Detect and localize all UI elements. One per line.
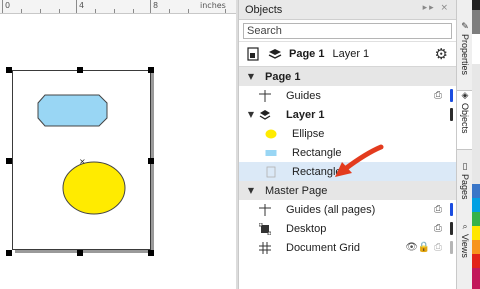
- color-palette: [472, 0, 480, 289]
- palette-swatch[interactable]: [472, 226, 480, 240]
- tab-properties-label: Properties: [460, 34, 470, 76]
- palette-swatch[interactable]: [472, 254, 480, 268]
- print-icon[interactable]: ⎙: [434, 204, 442, 215]
- print-icon[interactable]: ⎙: [434, 90, 442, 101]
- print-icon[interactable]: ⎙: [434, 242, 442, 253]
- selection-handle-middle-left[interactable]: [6, 158, 12, 164]
- tree-label-page-1: Page 1: [265, 70, 301, 83]
- current-page-label[interactable]: Page 1: [289, 48, 324, 60]
- palette-swatch[interactable]: [472, 34, 480, 64]
- tree-row-desktop[interactable]: Desktop ⎙: [239, 219, 456, 238]
- tree-row-document-grid[interactable]: Document Grid 👁 🔒 ⎙: [239, 238, 456, 257]
- tab-pages[interactable]: ▯ Pages: [457, 162, 473, 212]
- palette-swatch[interactable]: [472, 212, 480, 226]
- selection-handle-top-right[interactable]: [148, 67, 154, 73]
- palette-swatch[interactable]: [472, 240, 480, 254]
- tree-row-layer-1[interactable]: ▼ Layer 1: [239, 105, 456, 124]
- tree-row-guides[interactable]: Guides ⎙: [239, 86, 456, 105]
- desktop-icon: [258, 222, 272, 236]
- canvas-shapes: ×: [37, 94, 126, 215]
- objects-toolbar: Page 1 Layer 1 ⚙: [239, 42, 456, 67]
- tab-objects[interactable]: ◈ Objects: [457, 90, 473, 150]
- collapse-chevron-icon[interactable]: ▼: [246, 72, 256, 81]
- search-row: [239, 20, 456, 42]
- tab-pages-label: Pages: [460, 174, 470, 200]
- tree-label-desktop: Desktop: [286, 222, 327, 235]
- objects-icon: ◈: [461, 91, 469, 101]
- tree-row-master-page[interactable]: ▼ Master Page: [239, 181, 456, 200]
- canvas-ellipse-shape[interactable]: [62, 161, 126, 215]
- visibility-eye-icon[interactable]: 👁: [405, 242, 418, 253]
- properties-icon: ✎: [461, 22, 469, 32]
- layer-color-bar: [450, 241, 453, 254]
- selection-handle-bottom-right[interactable]: [148, 250, 154, 256]
- tab-objects-label: Objects: [460, 103, 470, 134]
- empty-rectangle-icon: [265, 166, 277, 178]
- palette-swatch[interactable]: [472, 0, 480, 10]
- palette-swatch[interactable]: [472, 268, 480, 289]
- tab-views[interactable]: ⌕ Views: [457, 222, 473, 272]
- tab-views-label: Views: [460, 234, 470, 258]
- tab-properties[interactable]: ✎ Properties: [457, 22, 473, 84]
- collapse-chevron-icon[interactable]: ▼: [246, 110, 256, 119]
- grid-icon: [258, 241, 272, 255]
- tree-label-ellipse: Ellipse: [292, 127, 325, 140]
- tree-label-layer-1: Layer 1: [286, 108, 325, 121]
- layer-color-bar: [450, 89, 453, 102]
- canvas-rectangle-shape[interactable]: [37, 94, 108, 127]
- selection-handle-bottom-middle[interactable]: [77, 250, 83, 256]
- selection-handle-bottom-left[interactable]: [6, 250, 12, 256]
- annotation-arrow-icon: [335, 144, 384, 177]
- lock-icon[interactable]: 🔒: [418, 242, 430, 253]
- panel-collapse-icon[interactable]: ▸▸ ×: [423, 3, 450, 13]
- views-icon: ⌕: [462, 222, 468, 232]
- search-input[interactable]: [243, 23, 452, 39]
- selection-handle-top-middle[interactable]: [77, 67, 83, 73]
- layers-icon[interactable]: [267, 46, 283, 62]
- palette-swatch[interactable]: [472, 184, 480, 198]
- collapse-chevron-icon[interactable]: ▼: [246, 186, 256, 195]
- layer-color-bar: [450, 203, 453, 216]
- drawing-canvas[interactable]: 0 4 8 inches ×: [0, 0, 236, 289]
- palette-swatch[interactable]: [472, 64, 480, 184]
- palette-swatch[interactable]: [472, 10, 480, 34]
- ellipse-center-marker-icon: ×: [79, 157, 86, 166]
- tree-row-guides-all-pages[interactable]: Guides (all pages) ⎙: [239, 200, 456, 219]
- tree-label-document-grid: Document Grid: [286, 241, 360, 254]
- tree-label-guides-all-pages: Guides (all pages): [286, 203, 376, 216]
- panel-title: Objects: [245, 3, 283, 16]
- objects-panel: Objects ▸▸ × Page 1 Layer 1 ⚙ ▼ Page 1 G…: [238, 0, 456, 289]
- current-layer-label[interactable]: Layer 1: [332, 48, 369, 60]
- palette-swatch[interactable]: [472, 198, 480, 212]
- docker-side-tabs: ✎ Properties ◈ Objects ▯ Pages ⌕ Views: [456, 0, 473, 289]
- ellipse-thumbnail-icon: [265, 128, 277, 140]
- gear-icon[interactable]: ⚙: [435, 45, 448, 63]
- tree-row-page-1[interactable]: ▼ Page 1: [239, 67, 456, 86]
- panel-header: Objects ▸▸ ×: [239, 0, 456, 20]
- guides-icon: [258, 89, 272, 103]
- layer-color-bar: [450, 222, 453, 235]
- layer-color-bar: [450, 108, 453, 121]
- tree-label-guides: Guides: [286, 89, 321, 102]
- print-icon[interactable]: ⎙: [434, 223, 442, 234]
- selection-handle-middle-right[interactable]: [148, 158, 154, 164]
- tree-label-master-page: Master Page: [265, 184, 328, 197]
- layer-icon: [258, 108, 272, 122]
- selection-handle-top-left[interactable]: [6, 67, 12, 73]
- rectangle-thumbnail-icon: [265, 147, 277, 159]
- page-view-icon[interactable]: [245, 46, 261, 62]
- guides-icon: [258, 203, 272, 217]
- pages-icon: ▯: [462, 162, 468, 172]
